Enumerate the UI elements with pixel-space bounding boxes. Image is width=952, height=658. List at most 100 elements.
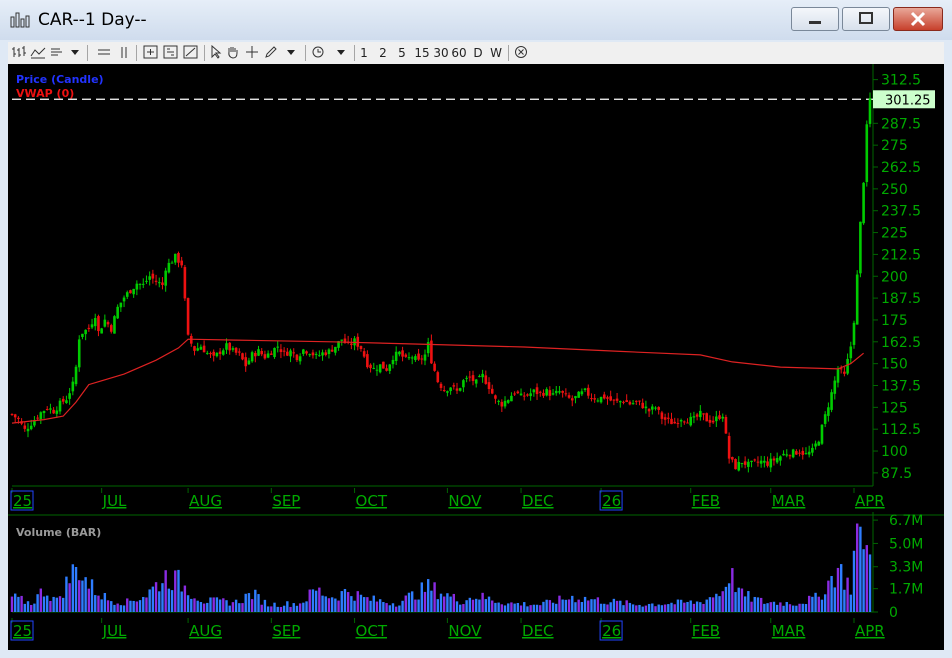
volume-bar (651, 603, 654, 612)
price-candle (663, 417, 667, 420)
maximize-button[interactable] (842, 7, 890, 31)
period-15[interactable]: 15 (414, 44, 430, 62)
price-candle (586, 387, 590, 396)
volume-bar (526, 606, 529, 612)
price-candle (350, 343, 353, 345)
volume-bar (362, 597, 366, 612)
period-60[interactable]: 60 (451, 44, 467, 62)
volume-bar (481, 592, 484, 612)
price-candle (238, 351, 241, 353)
period-2[interactable]: 2 (378, 44, 388, 62)
price-x-tick-label: APR (855, 492, 885, 510)
volume-bar (593, 599, 596, 612)
line-chart-icon[interactable] (30, 44, 46, 62)
price-candle (254, 352, 257, 357)
price-y-tick-label: 87.5 (881, 466, 912, 482)
price-candle (369, 364, 372, 369)
zoom-fit-icon[interactable] (183, 44, 199, 62)
volume-bar (855, 523, 859, 612)
price-candle (407, 357, 411, 359)
volume-bar (590, 599, 593, 612)
price-candle (106, 322, 110, 325)
price-candle (455, 388, 459, 391)
volume-bar (817, 596, 820, 612)
price-y-tick-label: 262.5 (881, 160, 921, 176)
cursor-icon[interactable] (209, 44, 223, 62)
price-y-tick-label: 137.5 (881, 378, 921, 394)
volume-y-tick-label: 6.7M (889, 513, 923, 529)
volume-bar (491, 600, 494, 612)
price-candle (711, 420, 715, 423)
volume-pane[interactable]: 25 JUL AUG SEP OCT NOV DEC 26 FEB MAR APR 6.7M 5.0M 3… (10, 512, 924, 641)
candle-chart-icon[interactable] (49, 44, 65, 62)
price-y-tick-label: 175 (881, 313, 908, 329)
price-y-tick-label: 275 (881, 138, 908, 154)
price-candle (231, 348, 235, 350)
volume-bar (833, 587, 836, 612)
volume-bar (359, 594, 363, 612)
chart-window: CAR--1 Day-- 1 2 5 15 30 60 D W 312.5 28… (0, 0, 952, 658)
price-y-tick-label: 312.5 (881, 73, 921, 89)
volume-bar (238, 603, 241, 612)
period-week[interactable]: W (489, 44, 503, 62)
volume-bar (430, 590, 433, 612)
pencil-icon[interactable] (264, 44, 278, 62)
volume-bar (843, 589, 846, 612)
pan-hand-icon[interactable] (226, 44, 240, 62)
price-candle (667, 417, 670, 419)
price-candle (551, 393, 555, 395)
chevron-down-icon[interactable] (335, 44, 347, 62)
volume-bar (260, 604, 263, 612)
price-candle (398, 351, 401, 355)
volume-bar (769, 602, 772, 612)
price-candle (170, 262, 174, 264)
price-candle (731, 457, 734, 460)
zoom-out-icon[interactable] (163, 44, 179, 62)
price-y-tick-label: 100 (881, 444, 908, 460)
volume-bar (667, 604, 670, 612)
price-pane[interactable]: 312.5 287.5 275 262.5 250 237.5 225 212.5 200 187… (8, 64, 944, 516)
minimize-button[interactable] (791, 7, 839, 31)
price-candle (718, 415, 721, 419)
price-candle (724, 416, 728, 434)
crosshair-icon[interactable] (245, 44, 259, 62)
title-bar[interactable]: CAR--1 Day-- (0, 0, 952, 40)
volume-bar (711, 597, 715, 612)
volume-bar (635, 605, 638, 612)
volume-bar (225, 600, 228, 612)
period-30[interactable]: 30 (433, 44, 449, 62)
close-chart-icon[interactable] (514, 44, 528, 62)
volume-bar (599, 603, 603, 612)
volume-bar (459, 604, 462, 612)
price-candle (779, 456, 782, 461)
chevron-down-icon[interactable] (69, 44, 81, 62)
volume-bar (628, 602, 632, 612)
price-candle (468, 376, 472, 378)
refresh-icon[interactable] (311, 44, 325, 62)
vertical-line-icon[interactable] (116, 44, 132, 62)
price-candle (574, 396, 577, 399)
volume-bar (279, 606, 283, 612)
bar-chart-icon[interactable] (11, 44, 27, 62)
volume-bar (247, 593, 251, 612)
zoom-in-icon[interactable] (143, 44, 159, 62)
volume-bar (90, 579, 94, 612)
volume-bar (548, 600, 552, 612)
period-day[interactable]: D (472, 44, 484, 62)
volume-bar (823, 594, 827, 612)
volume-bar (433, 582, 436, 612)
volume-bar (830, 576, 833, 612)
volume-bar (609, 602, 612, 612)
volume-bar (388, 605, 391, 612)
chart-canvas[interactable]: 312.5287.5275262.5250237.5225212.5200187… (8, 64, 944, 650)
period-1[interactable]: 1 (359, 44, 369, 62)
horizontal-line-icon[interactable] (96, 44, 112, 62)
price-candle (679, 420, 683, 422)
period-5[interactable]: 5 (397, 44, 407, 62)
close-button[interactable] (893, 7, 943, 31)
chart-area[interactable]: 312.5 287.5 275 262.5 250 237.5 225 212.5 200 187… (8, 64, 944, 650)
price-candle (830, 392, 833, 410)
chevron-down-icon[interactable] (285, 44, 297, 62)
volume-bar (266, 606, 270, 612)
price-candle (852, 322, 856, 345)
